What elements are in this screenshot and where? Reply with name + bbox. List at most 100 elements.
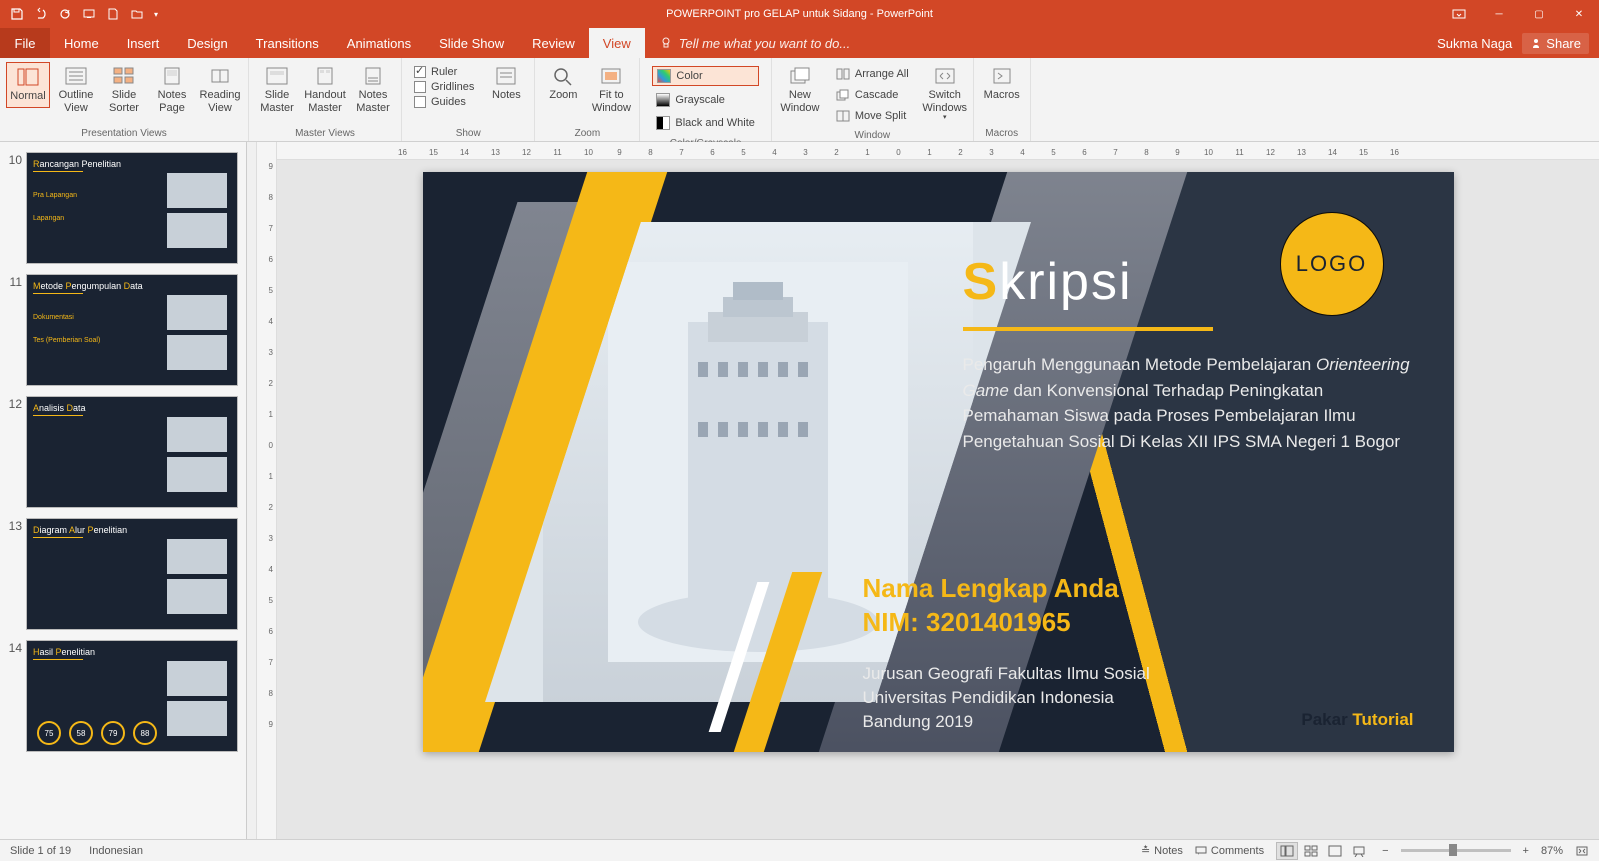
slide-thumbnail-panel[interactable]: 10Rancangan PenelitianPra LapanganLapang…: [0, 142, 247, 839]
outline-collapse-bar[interactable]: [247, 142, 257, 839]
active-slide[interactable]: LOGO Skripsi Pengaruh Menggunaan Metode …: [423, 172, 1454, 752]
fit-to-window-button[interactable]: Fit to Window: [589, 62, 633, 118]
user-name[interactable]: Sukma Naga: [1437, 36, 1512, 51]
view-mode-buttons: [1276, 842, 1370, 860]
group-label: Window: [855, 130, 891, 141]
slide-author-name: Nama Lengkap AndaNIM: 3201401965: [863, 572, 1119, 640]
slide-description: Pengaruh Menggunaan Metode Pembelajaran …: [963, 352, 1414, 454]
group-label: Master Views: [295, 128, 355, 139]
tab-design[interactable]: Design: [173, 28, 241, 58]
zoom-button[interactable]: Zoom: [541, 62, 585, 106]
slide-thumbnail[interactable]: 13Diagram Alur Penelitian: [0, 514, 246, 636]
reading-view-icon[interactable]: [1324, 842, 1346, 860]
comments-toggle[interactable]: Comments: [1195, 845, 1264, 857]
outline-view-button[interactable]: Outline View: [54, 62, 98, 118]
switch-windows-button[interactable]: Switch Windows▾: [923, 62, 967, 126]
maximize-button[interactable]: ▢: [1519, 0, 1559, 28]
black-white-button[interactable]: Black and White: [652, 114, 758, 132]
guides-checkbox[interactable]: Guides: [414, 96, 474, 108]
slide-sorter-button[interactable]: Slide Sorter: [102, 62, 146, 118]
tell-me-search[interactable]: Tell me what you want to do...: [645, 28, 851, 58]
redo-button[interactable]: [54, 3, 76, 25]
slide-counter[interactable]: Slide 1 of 19: [10, 845, 71, 857]
macros-button[interactable]: Macros: [980, 62, 1024, 106]
zoom-slider[interactable]: [1401, 849, 1511, 852]
notes-master-button[interactable]: Notes Master: [351, 62, 395, 118]
normal-view-button[interactable]: Normal: [6, 62, 50, 108]
ribbon-options-icon[interactable]: [1439, 0, 1479, 28]
ruler-checkbox[interactable]: Ruler: [414, 66, 474, 78]
cascade-button[interactable]: Cascade: [832, 87, 913, 103]
thumbnail-number: 13: [4, 518, 22, 630]
slide-thumbnail[interactable]: 12Analisis Data: [0, 392, 246, 514]
slideshow-view-icon[interactable]: [1348, 842, 1370, 860]
checkbox-icon: [414, 66, 426, 78]
reading-view-button[interactable]: Reading View: [198, 62, 242, 118]
zoom-slider-thumb[interactable]: [1449, 844, 1457, 856]
group-window: New Window Arrange All Cascade Move Spli…: [772, 58, 974, 141]
normal-view-icon[interactable]: [1276, 842, 1298, 860]
cascade-icon: [836, 89, 850, 101]
color-button[interactable]: Color: [652, 66, 758, 86]
move-split-button[interactable]: Move Split: [832, 108, 913, 124]
tab-file[interactable]: File: [0, 28, 50, 58]
ribbon-right: Sukma Naga Share: [1437, 28, 1599, 58]
thumbnail-number: 10: [4, 152, 22, 264]
slide-canvas-area[interactable]: LOGO Skripsi Pengaruh Menggunaan Metode …: [277, 160, 1599, 839]
notes-button[interactable]: Notes: [484, 62, 528, 106]
title-bar: ▾ POWERPOINT pro GELAP untuk Sidang - Po…: [0, 0, 1599, 28]
save-button[interactable]: [6, 3, 28, 25]
split-icon: [836, 110, 850, 122]
tab-transitions[interactable]: Transitions: [242, 28, 333, 58]
ribbon-content: Normal Outline View Slide Sorter Notes P…: [0, 58, 1599, 142]
slide-thumbnail[interactable]: 10Rancangan PenelitianPra LapanganLapang…: [0, 148, 246, 270]
zoom-in-button[interactable]: +: [1523, 845, 1529, 857]
group-macros: Macros Macros: [974, 58, 1031, 141]
tab-view[interactable]: View: [589, 28, 645, 58]
open-button[interactable]: [126, 3, 148, 25]
notes-page-button[interactable]: Notes Page: [150, 62, 194, 118]
group-label: Show: [456, 128, 481, 139]
ribbon-tabs: File Home Insert Design Transitions Anim…: [0, 28, 1599, 58]
sorter-view-icon[interactable]: [1300, 842, 1322, 860]
new-file-button[interactable]: [102, 3, 124, 25]
handout-master-button[interactable]: Handout Master: [303, 62, 347, 118]
minimize-button[interactable]: ─: [1479, 0, 1519, 28]
thumbnail-preview: Metode Pengumpulan DataDokumentasiTes (P…: [26, 274, 238, 386]
slide-department: Jurusan Geografi Fakultas Ilmu SosialUni…: [863, 662, 1150, 733]
share-button[interactable]: Share: [1522, 33, 1589, 54]
close-button[interactable]: ✕: [1559, 0, 1599, 28]
new-window-button[interactable]: New Window: [778, 62, 822, 118]
thumbnail-preview: Rancangan PenelitianPra LapanganLapangan: [26, 152, 238, 264]
slide-title: Skripsi: [963, 252, 1133, 312]
gridlines-checkbox[interactable]: Gridlines: [414, 81, 474, 93]
tab-slideshow[interactable]: Slide Show: [425, 28, 518, 58]
group-color-grayscale: Color Grayscale Black and White Color/Gr…: [640, 58, 771, 141]
slide-thumbnail[interactable]: 11Metode Pengumpulan DataDokumentasiTes …: [0, 270, 246, 392]
tab-review[interactable]: Review: [518, 28, 589, 58]
share-icon: [1530, 37, 1542, 49]
thumbnail-preview: Analisis Data: [26, 396, 238, 508]
zoom-level[interactable]: 87%: [1541, 845, 1563, 857]
group-show: Ruler Gridlines Guides Notes Show: [402, 58, 535, 141]
checkbox-icon: [414, 81, 426, 93]
title-bar-right: ─ ▢ ✕: [1439, 0, 1599, 28]
language-indicator[interactable]: Indonesian: [89, 845, 143, 857]
status-bar: Slide 1 of 19 Indonesian ≛ Notes Comment…: [0, 839, 1599, 861]
arrange-icon: [836, 68, 850, 80]
qat-customize-button[interactable]: ▾: [150, 3, 162, 25]
zoom-out-button[interactable]: −: [1382, 845, 1388, 857]
start-from-beginning-button[interactable]: [78, 3, 100, 25]
undo-button[interactable]: [30, 3, 52, 25]
fit-to-window-icon[interactable]: [1575, 845, 1589, 857]
share-label: Share: [1546, 36, 1581, 51]
tab-home[interactable]: Home: [50, 28, 113, 58]
grayscale-button[interactable]: Grayscale: [652, 91, 758, 109]
arrange-all-button[interactable]: Arrange All: [832, 66, 913, 82]
group-presentation-views: Normal Outline View Slide Sorter Notes P…: [0, 58, 249, 141]
slide-master-button[interactable]: Slide Master: [255, 62, 299, 118]
tab-insert[interactable]: Insert: [113, 28, 174, 58]
notes-toggle[interactable]: ≛ Notes: [1141, 844, 1183, 857]
tab-animations[interactable]: Animations: [333, 28, 425, 58]
slide-thumbnail[interactable]: 14Hasil Penelitian75587988: [0, 636, 246, 758]
